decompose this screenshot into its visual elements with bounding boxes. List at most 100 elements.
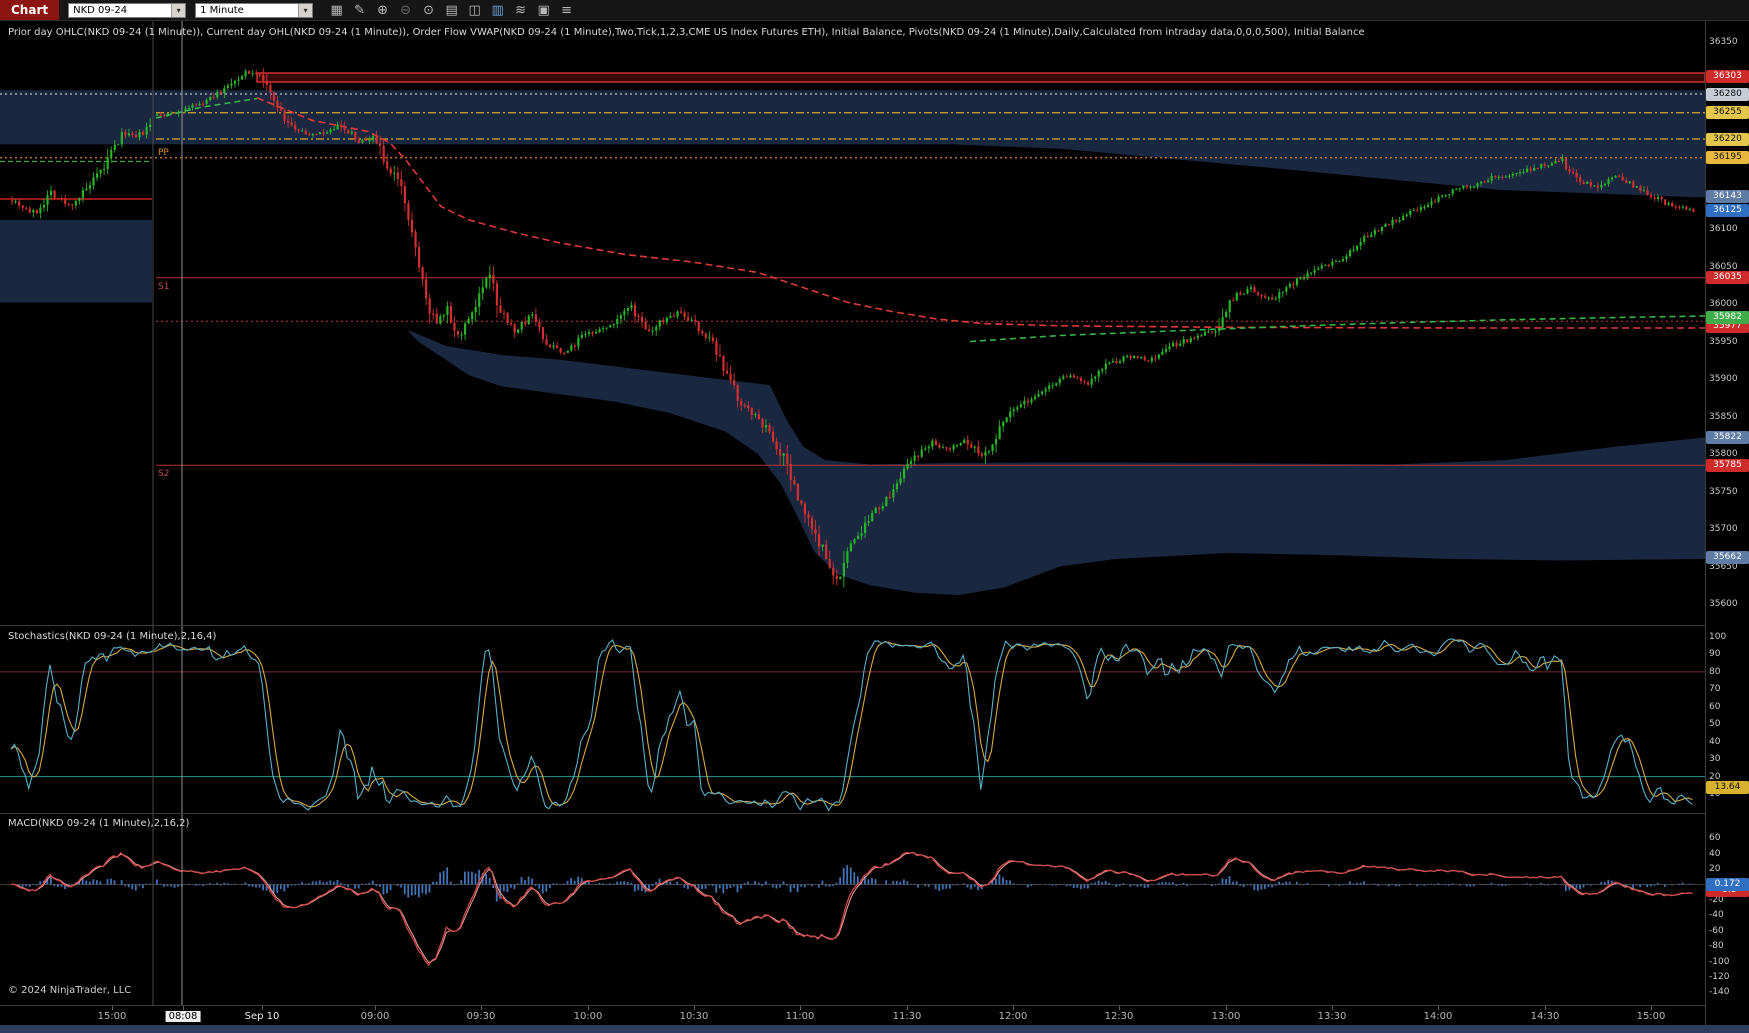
axis-tick: 36350 <box>1709 36 1738 47</box>
time-label: 10:00 <box>573 1011 603 1022</box>
axis-tick: 36050 <box>1709 261 1738 272</box>
axis-tick: 70 <box>1709 684 1721 695</box>
interval-select[interactable]: 1 Minute ▾ <box>195 2 314 18</box>
axis-tick: 35600 <box>1709 599 1738 609</box>
axis-tick: 60 <box>1709 833 1721 844</box>
axis-tick: 90 <box>1709 649 1721 660</box>
time-tick <box>907 1006 908 1010</box>
pivot-label-s2: S2 <box>158 469 170 479</box>
axis-tick: 36000 <box>1709 299 1738 309</box>
time-tick <box>1651 1006 1652 1010</box>
axis-tick: 50 <box>1709 719 1721 730</box>
axis-tick: 40 <box>1709 736 1721 747</box>
crosshair-time-label: 08:08 <box>165 1011 201 1022</box>
chevron-down-icon[interactable]: ▾ <box>298 3 313 17</box>
instrument-value: NKD 09-24 <box>73 4 128 16</box>
axis-tick: 40 <box>1709 848 1721 859</box>
time-label: 11:00 <box>785 1011 815 1022</box>
toolbar-icons: ▦ ✎ ⊕ ⊖ ⊙ ▤ ◫ ▥ ≋ ▣ ≡ <box>325 0 578 20</box>
time-tick <box>262 1006 263 1010</box>
price-badge: 35662 <box>1706 551 1749 564</box>
axis-tick: 100 <box>1709 632 1727 642</box>
instrument-select[interactable]: NKD 09-24 ▾ <box>68 2 187 18</box>
axis-tick: 35700 <box>1709 524 1738 534</box>
time-label: 15:00 <box>1636 1011 1666 1022</box>
main-indicator-label: Prior day OHLC(NKD 09-24 (1 Minute)), Cu… <box>8 27 1365 38</box>
macd-panel <box>0 851 1705 967</box>
time-tick <box>1226 1006 1227 1010</box>
price-badge: 35822 <box>1706 431 1749 444</box>
initial-balance-strip <box>0 90 1705 198</box>
time-label: 15:00 <box>97 1011 127 1022</box>
time-tick <box>800 1006 801 1010</box>
time-label: 11:30 <box>892 1011 922 1022</box>
stoch-d-line <box>10 639 1693 808</box>
prior-day-block <box>0 220 152 303</box>
panel-separator[interactable] <box>0 813 1749 814</box>
axis-tick: -40 <box>1709 910 1724 921</box>
time-tick <box>112 1006 113 1010</box>
axis-tick: -60 <box>1709 925 1724 936</box>
time-label: Sep 10 <box>244 1011 280 1022</box>
axis-tick: 30 <box>1709 754 1721 765</box>
ninjatrader-chart-window: Chart NKD 09-24 ▾ 1 Minute ▾ ▦ ✎ ⊕ ⊖ ⊙ ▤ ◫ ▥ ≋ ▣ ≡… <box>0 0 1749 1033</box>
time-label: 12:30 <box>1104 1011 1134 1022</box>
time-tick <box>1119 1006 1120 1010</box>
time-tick <box>588 1006 589 1010</box>
stochastics-label: Stochastics(NKD 09-24 (1 Minute),2,16,4) <box>8 631 217 642</box>
price-badge: 36195 <box>1706 151 1749 165</box>
copyright-label: © 2024 NinjaTrader, LLC <box>8 985 132 996</box>
stoch-k-line <box>10 638 1693 812</box>
time-label: 12:00 <box>998 1011 1028 1022</box>
axis-tick: 35750 <box>1709 486 1738 497</box>
axis-tick: 20 <box>1709 864 1721 875</box>
time-label: 10:30 <box>679 1011 709 1022</box>
price-axis[interactable]: 36350 36100 36050 36000 35950 35900 35850 35800… <box>1705 0 1749 1033</box>
pivot-label-pp: PP <box>158 148 169 158</box>
zoom-out-icon[interactable]: ⊖ <box>394 0 417 20</box>
price-badge: 36035 <box>1706 271 1749 285</box>
chart-tab[interactable]: Chart <box>0 0 60 20</box>
time-tick <box>1332 1006 1333 1010</box>
axis-tick: 60 <box>1709 701 1721 712</box>
axis-tick: 36100 <box>1709 224 1738 234</box>
macd-avg-line <box>10 852 1693 964</box>
axis-tick: 80 <box>1709 666 1721 677</box>
time-tick <box>694 1006 695 1010</box>
properties-icon[interactable]: ≡ <box>555 0 578 20</box>
axis-tick: 35950 <box>1709 336 1738 347</box>
interval-value: 1 Minute <box>200 4 244 16</box>
time-tick <box>1545 1006 1546 1010</box>
price-badge: 36303 <box>1706 70 1749 84</box>
price-badge: 13.64 <box>1706 781 1749 795</box>
data-box-icon[interactable]: ▣ <box>532 0 555 20</box>
pencil-icon[interactable]: ✎ <box>348 0 371 20</box>
axis-tick: 35850 <box>1709 411 1738 422</box>
line-tool-icon[interactable]: ≋ <box>509 0 532 20</box>
panel-separator[interactable] <box>0 625 1749 626</box>
time-label: 09:00 <box>360 1011 390 1022</box>
price-badge: 35785 <box>1706 458 1749 472</box>
price-badge: 36143 <box>1706 190 1749 204</box>
bar-chart-icon[interactable]: ▥ <box>486 0 509 20</box>
report-icon[interactable]: ▤ <box>440 0 463 20</box>
price-badge: 36280 <box>1706 87 1749 101</box>
price-badge: 35982 <box>1706 311 1749 324</box>
pivot-label-s1: S1 <box>158 281 170 292</box>
stochastics-panel <box>0 638 1705 812</box>
price-badge: 0.172 <box>1706 877 1749 891</box>
horizontal-scrollbar[interactable] <box>0 1025 1749 1033</box>
price-badge: 36255 <box>1706 106 1749 120</box>
chart-columns-icon[interactable]: ▦ <box>325 0 348 20</box>
axis-tick: 35900 <box>1709 374 1738 384</box>
axis-tick: -120 <box>1709 971 1730 982</box>
time-tick <box>1438 1006 1439 1010</box>
globe-icon[interactable]: ⊙ <box>417 0 440 20</box>
zoom-in-icon[interactable]: ⊕ <box>371 0 394 20</box>
chevron-down-icon[interactable]: ▾ <box>171 3 186 17</box>
chart-trader-icon[interactable]: ◫ <box>463 0 486 20</box>
chart-canvas[interactable] <box>0 0 1749 1033</box>
time-label: 13:00 <box>1211 1011 1241 1022</box>
time-axis[interactable]: 15:00 08:08 Sep 10 09:00 09:30 10:00 10:30 11:0… <box>0 1005 1705 1026</box>
time-tick <box>183 1006 184 1010</box>
